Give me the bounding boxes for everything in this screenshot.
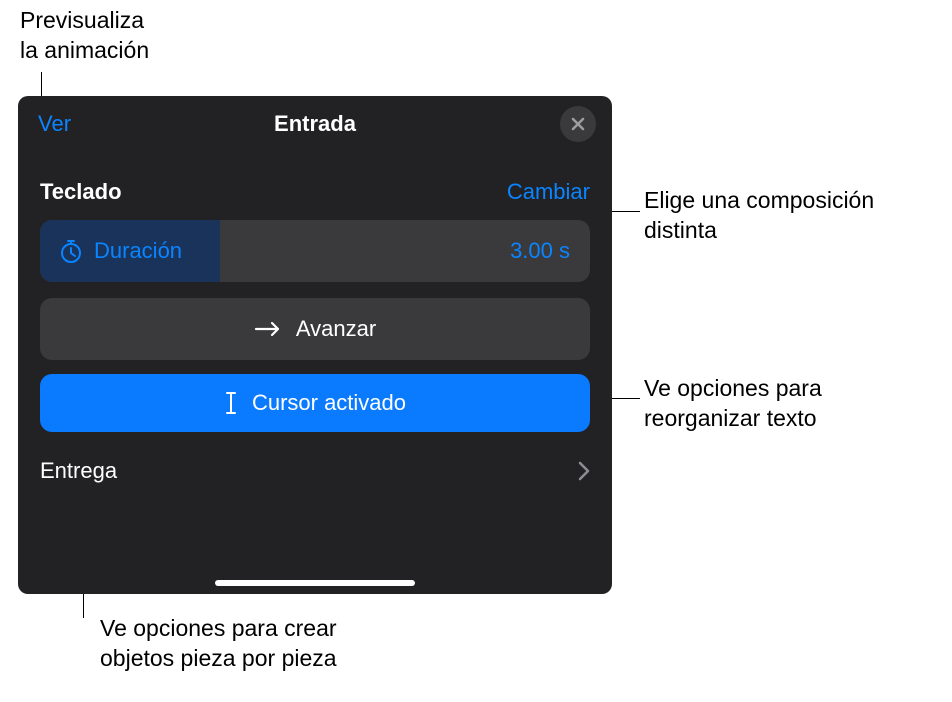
change-button[interactable]: Cambiar xyxy=(507,179,590,205)
timer-icon xyxy=(58,238,84,264)
cursor-label: Cursor activado xyxy=(252,390,406,416)
cursor-button[interactable]: Cursor activado xyxy=(40,374,590,432)
callout-preview: Previsualiza la animación xyxy=(20,6,149,66)
callout-change: Elige una composición distinta xyxy=(644,186,874,246)
preview-button[interactable]: Ver xyxy=(38,111,71,137)
section-header: Teclado Cambiar xyxy=(18,152,612,208)
callout-advance: Ve opciones para reorganizar texto xyxy=(644,374,822,434)
close-button[interactable] xyxy=(560,106,596,142)
text-cursor-icon xyxy=(224,390,238,416)
chevron-right-icon xyxy=(578,461,590,481)
panel-header: Ver Entrada xyxy=(18,96,612,152)
duration-control[interactable]: Duración 3.00 s xyxy=(40,220,590,282)
callout-delivery: Ve opciones para crear objetos pieza por… xyxy=(100,614,337,674)
duration-value: 3.00 s xyxy=(510,238,570,264)
delivery-label: Entrega xyxy=(40,458,117,484)
arrow-right-icon xyxy=(254,320,282,338)
home-indicator xyxy=(215,580,415,586)
close-icon xyxy=(570,116,586,132)
duration-label: Duración xyxy=(94,238,182,264)
section-title: Teclado xyxy=(40,179,122,205)
advance-label: Avanzar xyxy=(296,316,376,342)
delivery-row[interactable]: Entrega xyxy=(40,458,590,484)
advance-button[interactable]: Avanzar xyxy=(40,298,590,360)
animation-panel: Ver Entrada Teclado Cambiar Duración 3.0… xyxy=(18,96,612,594)
panel-title: Entrada xyxy=(274,111,356,137)
